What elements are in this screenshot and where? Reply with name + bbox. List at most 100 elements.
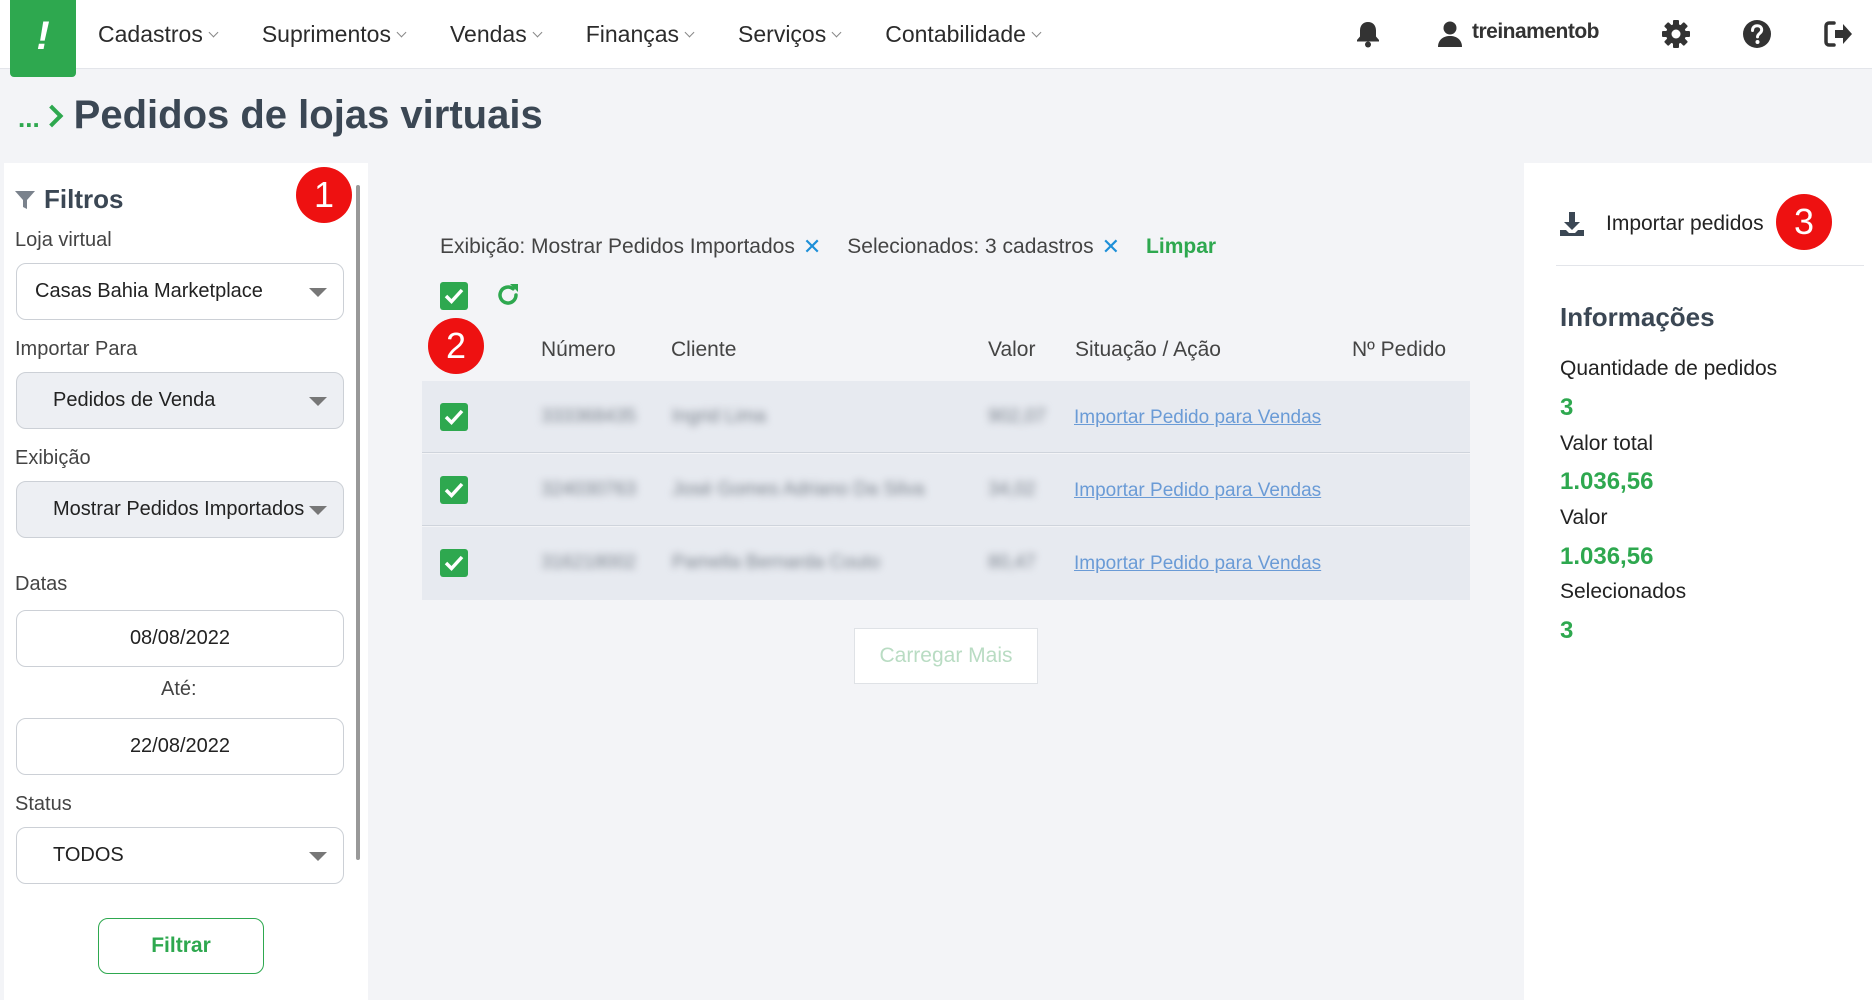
ate-label: Até: xyxy=(161,678,197,700)
chevron-down-icon xyxy=(208,27,219,38)
row-checkbox[interactable] xyxy=(440,403,468,431)
logout-icon[interactable] xyxy=(1822,18,1854,50)
exibicao-label: Exibição xyxy=(15,447,91,469)
refresh-icon[interactable] xyxy=(494,281,522,309)
filter-button[interactable]: Filtrar xyxy=(98,918,264,974)
close-icon[interactable]: ✕ xyxy=(803,234,821,260)
cell-numero: 333368435 xyxy=(541,406,637,427)
status-select[interactable]: TODOS xyxy=(16,827,344,884)
info-title: Informações xyxy=(1560,302,1715,332)
import-orders-button[interactable]: Importar pedidos xyxy=(1558,210,1764,238)
th-pedido[interactable]: Nº Pedido xyxy=(1352,338,1446,362)
step-badge-3: 3 xyxy=(1776,194,1832,250)
row-checkbox[interactable] xyxy=(440,549,468,577)
chip-exibicao: Exibição: Mostrar Pedidos Importados xyxy=(440,235,795,258)
user-icon[interactable] xyxy=(1434,18,1466,50)
cell-valor: 80,47 xyxy=(988,552,1036,573)
breadcrumb-dots[interactable]: ... xyxy=(18,103,40,134)
qtd-value: 3 xyxy=(1560,394,1574,421)
cell-cliente: Ingrid Lima xyxy=(672,406,766,427)
chevron-down-icon xyxy=(396,27,407,38)
date-to-input[interactable]: 22/08/2022 xyxy=(16,718,344,775)
help-icon[interactable] xyxy=(1741,18,1773,50)
caret-down-icon xyxy=(309,852,327,861)
check-icon xyxy=(444,555,464,572)
table-row[interactable]: 324030763 José Gomes Adriano Da Silva 34… xyxy=(422,454,1470,526)
chip-selecionados: Selecionados: 3 cadastros xyxy=(847,235,1094,258)
datas-label: Datas xyxy=(15,573,68,595)
step-badge-2: 2 xyxy=(428,318,484,374)
breadcrumb: ... Pedidos de lojas virtuais xyxy=(18,93,543,138)
th-cliente[interactable]: Cliente xyxy=(671,338,736,362)
menu-financas[interactable]: Finanças xyxy=(586,21,695,48)
caret-down-icon xyxy=(309,397,327,406)
selecionados-label: Selecionados xyxy=(1560,580,1687,603)
check-icon xyxy=(444,288,464,305)
chevron-right-icon xyxy=(40,104,63,127)
loja-label: Loja virtual xyxy=(15,229,112,251)
import-order-link[interactable]: Importar Pedido para Vendas xyxy=(1074,480,1321,502)
menu-label: Vendas xyxy=(449,21,527,47)
th-numero[interactable]: Número xyxy=(541,338,616,362)
filters-title: Filtros xyxy=(14,184,123,215)
caret-down-icon xyxy=(309,288,327,297)
status-select-value: TODOS xyxy=(53,844,124,866)
qtd-label: Quantidade de pedidos xyxy=(1560,357,1778,380)
menu-label: Suprimentos xyxy=(261,21,391,47)
loja-select-value: Casas Bahia Marketplace xyxy=(35,280,263,302)
cell-valor: 902,07 xyxy=(988,406,1047,427)
loja-select[interactable]: Casas Bahia Marketplace xyxy=(16,263,344,320)
importar-select-value: Pedidos de Venda xyxy=(53,389,216,411)
menu-label: Contabilidade xyxy=(885,21,1026,47)
close-icon[interactable]: ✕ xyxy=(1102,234,1120,260)
chevron-down-icon xyxy=(831,27,842,38)
valor-total-value: 1.036,56 xyxy=(1560,468,1654,495)
date-from-input[interactable]: 08/08/2022 xyxy=(16,610,344,667)
menu-vendas[interactable]: Vendas xyxy=(449,21,543,48)
menu-contabilidade[interactable]: Contabilidade xyxy=(885,21,1042,48)
active-filter-chips: Exibição: Mostrar Pedidos Importados ✕ S… xyxy=(440,234,1216,260)
table-row[interactable]: 333368435 Ingrid Lima 902,07 Importar Pe… xyxy=(422,381,1470,453)
importar-select[interactable]: Pedidos de Venda xyxy=(16,372,344,429)
chevron-down-icon xyxy=(532,27,543,38)
menu-cadastros[interactable]: Cadastros xyxy=(98,21,219,48)
top-navbar: ! Cadastros Suprimentos Vendas Finanças … xyxy=(0,0,1872,77)
load-more-button[interactable]: Carregar Mais xyxy=(854,628,1038,684)
selecionados-value: 3 xyxy=(1560,617,1574,644)
user-name[interactable]: treinamentob xyxy=(1472,20,1600,44)
import-order-link[interactable]: Importar Pedido para Vendas xyxy=(1074,553,1321,575)
app-logo[interactable]: ! xyxy=(10,0,76,77)
cell-numero: 316218002 xyxy=(541,552,637,573)
valor-total-label: Valor total xyxy=(1560,432,1653,455)
cell-cliente: Pamella Bernarda Couto xyxy=(672,552,881,573)
menu-servicos[interactable]: Serviços xyxy=(738,21,842,48)
filters-scrollbar[interactable] xyxy=(356,185,360,860)
menu-label: Cadastros xyxy=(98,21,203,47)
main-menu: Cadastros Suprimentos Vendas Finanças Se… xyxy=(98,0,1085,69)
chevron-down-icon xyxy=(684,27,695,38)
logo-mark: ! xyxy=(36,14,50,58)
cell-cliente: José Gomes Adriano Da Silva xyxy=(672,479,925,500)
valor-value: 1.036,56 xyxy=(1560,543,1654,570)
bell-icon[interactable] xyxy=(1352,18,1384,50)
gear-icon[interactable] xyxy=(1660,18,1692,50)
clear-filters-link[interactable]: Limpar xyxy=(1146,235,1216,259)
th-situacao[interactable]: Situação / Ação xyxy=(1075,338,1221,362)
select-all-checkbox[interactable] xyxy=(440,282,468,310)
importar-label: Importar Para xyxy=(15,338,138,360)
import-orders-label: Importar pedidos xyxy=(1606,212,1764,235)
cell-numero: 324030763 xyxy=(541,479,637,500)
check-icon xyxy=(444,482,464,499)
caret-down-icon xyxy=(309,506,327,515)
cell-valor: 34,02 xyxy=(988,479,1036,500)
menu-suprimentos[interactable]: Suprimentos xyxy=(261,21,407,48)
th-valor[interactable]: Valor xyxy=(988,338,1035,362)
divider xyxy=(1556,265,1864,266)
exibicao-select-value: Mostrar Pedidos Importados xyxy=(53,498,305,520)
download-icon xyxy=(1560,212,1584,236)
import-order-link[interactable]: Importar Pedido para Vendas xyxy=(1074,407,1321,429)
table-row[interactable]: 316218002 Pamella Bernarda Couto 80,47 I… xyxy=(422,527,1470,600)
exibicao-select[interactable]: Mostrar Pedidos Importados xyxy=(16,481,344,538)
step-badge-1: 1 xyxy=(296,167,352,223)
row-checkbox[interactable] xyxy=(440,476,468,504)
